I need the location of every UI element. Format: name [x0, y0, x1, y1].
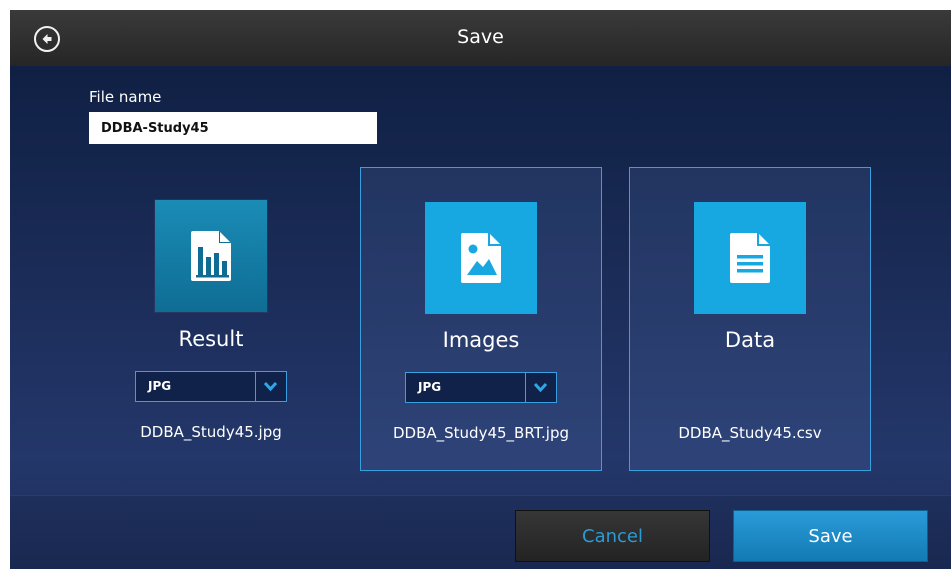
images-tile[interactable]	[425, 202, 537, 314]
data-title: Data	[724, 328, 776, 352]
save-button[interactable]: Save	[733, 510, 928, 562]
data-tile[interactable]	[694, 202, 806, 314]
images-format-select[interactable]: JPG	[405, 372, 557, 403]
file-name-input[interactable]	[89, 112, 377, 144]
result-tile[interactable]	[155, 200, 267, 312]
result-filename: DDBA_Study45.jpg	[140, 423, 282, 441]
save-screen: Save File name Result JPG	[10, 10, 951, 569]
data-filename: DDBA_Study45.csv	[678, 424, 822, 442]
result-format-select[interactable]: JPG	[135, 371, 287, 402]
bottom-bar: Cancel Save	[10, 495, 951, 569]
images-title: Images	[442, 328, 520, 352]
page-title: Save	[457, 26, 504, 48]
chevron-down-icon	[264, 381, 277, 392]
text-document-icon	[730, 233, 770, 283]
cancel-button[interactable]: Cancel	[515, 510, 710, 562]
chevron-down-icon	[534, 382, 547, 393]
result-title: Result	[178, 327, 244, 351]
images-card[interactable]: Images JPG DDBA_Study45_BRT.jpg	[360, 167, 602, 471]
data-card[interactable]: Data DDBA_Study45.csv	[629, 167, 871, 471]
bar-chart-document-icon	[191, 231, 231, 281]
file-name-label: File name	[89, 88, 162, 106]
title-bar: Save	[10, 10, 951, 66]
result-format-dropdown[interactable]	[255, 372, 286, 401]
images-format-value: JPG	[418, 380, 442, 394]
images-format-dropdown[interactable]	[525, 373, 556, 402]
result-card[interactable]: Result JPG DDBA_Study45.jpg	[90, 167, 332, 471]
images-filename: DDBA_Study45_BRT.jpg	[392, 424, 570, 442]
image-document-icon	[461, 233, 501, 283]
result-format-value: JPG	[148, 379, 172, 393]
